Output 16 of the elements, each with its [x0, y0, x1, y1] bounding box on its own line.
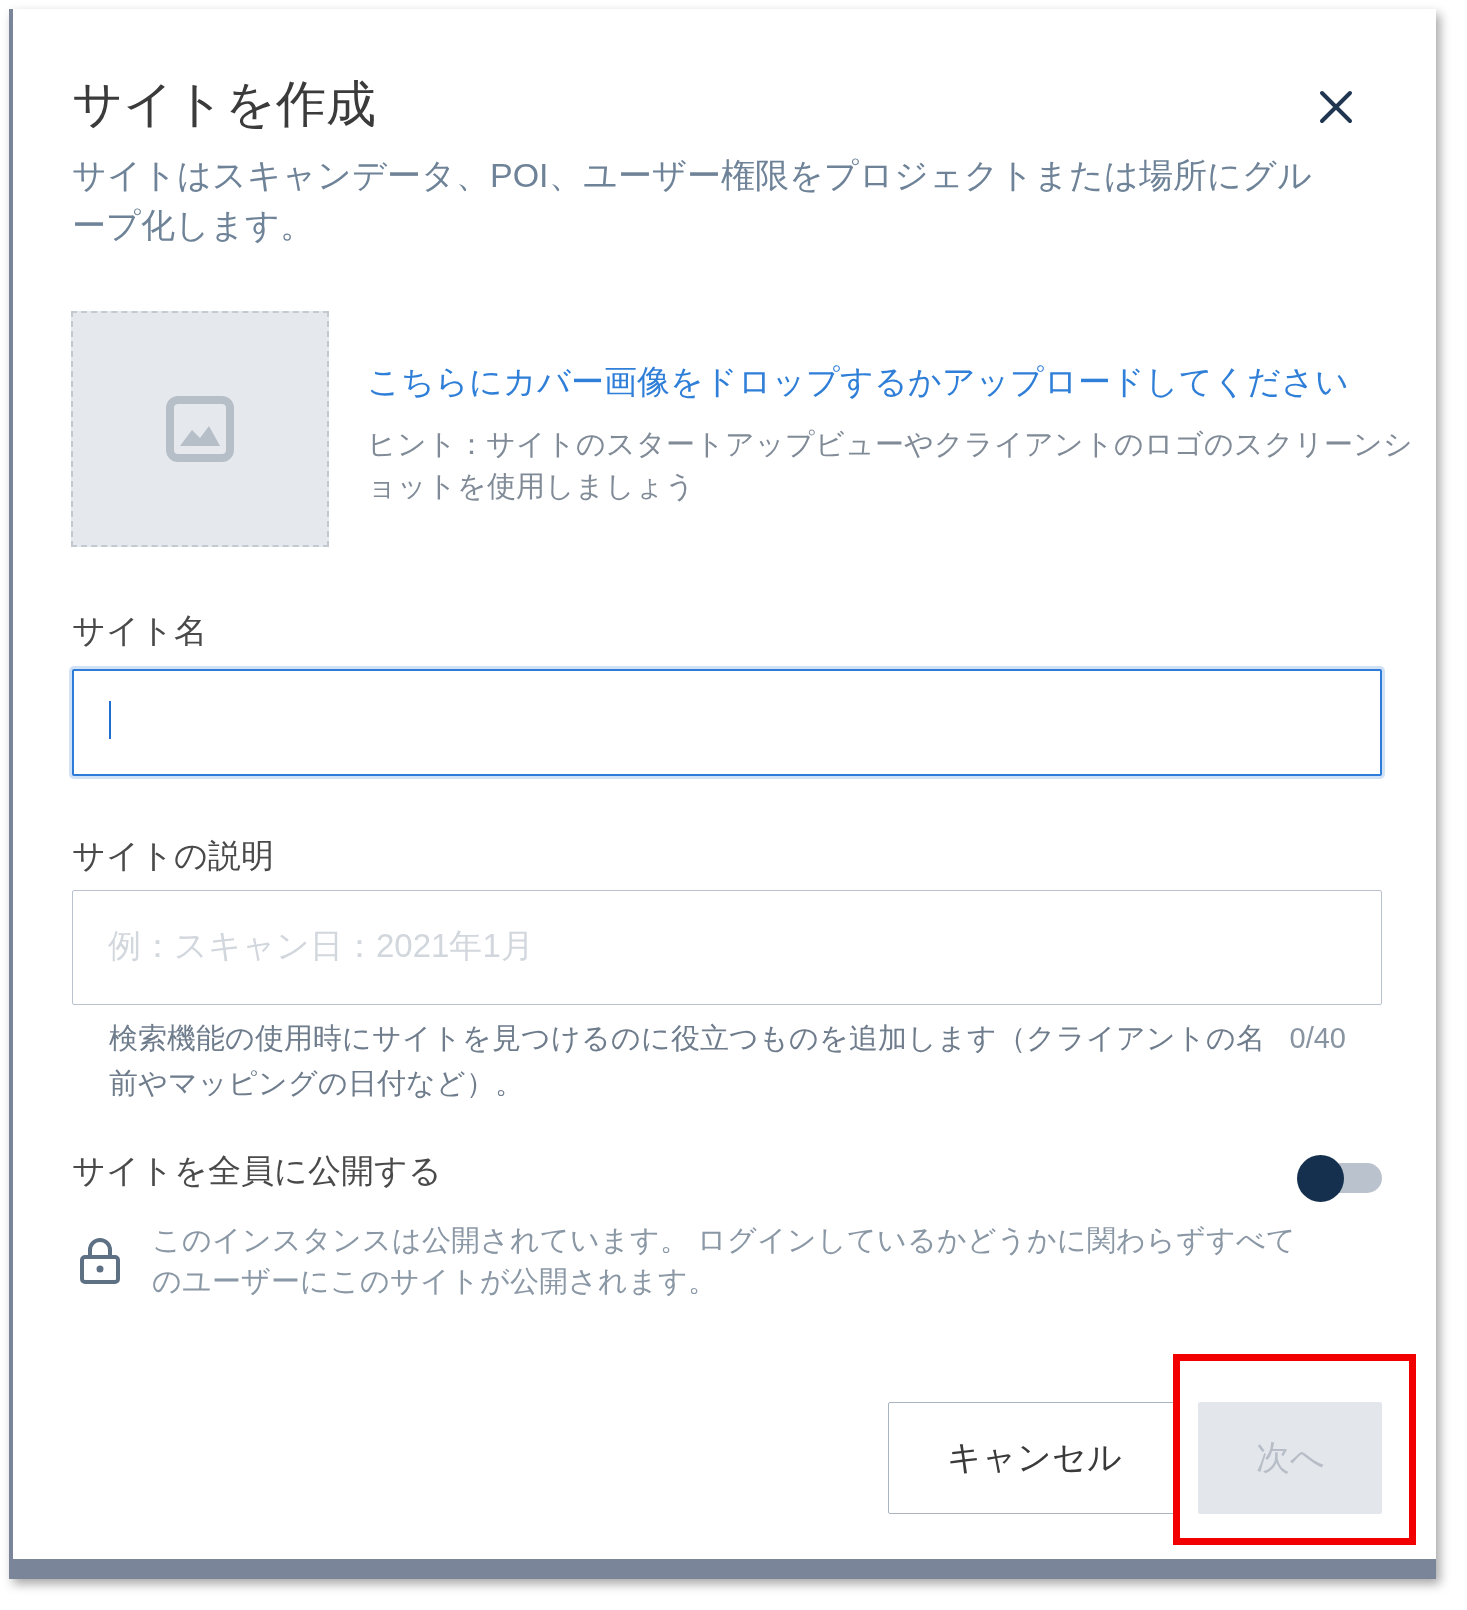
dialog-description: サイトはスキャンデータ、POI、ユーザー権限をプロジェクトまたは場所にグループ化します。 — [72, 155, 1313, 246]
cover-upload-link[interactable]: こちらにカバー画像をドロップするかアップロードしてください — [367, 360, 1349, 404]
description-help-text: 検索機能の使用時にサイトを見つけるのに役立つものを追加します（クライアントの名前やマッピングの日付など）。 — [109, 1021, 1266, 1101]
text-cursor-icon — [109, 701, 111, 739]
character-counter: 0/40 — [1289, 1021, 1346, 1056]
site-name-field[interactable] — [72, 669, 1382, 776]
close-icon — [1319, 90, 1353, 124]
lock-icon — [80, 1237, 120, 1284]
image-icon — [166, 396, 234, 462]
dialog-title: サイトを作成 — [72, 75, 376, 134]
public-toggle-label: サイトを全員に公開する — [72, 1151, 442, 1191]
public-toggle[interactable] — [1297, 1155, 1382, 1202]
public-notice-text: このインスタンスは公開されています。 ログインしているかどうかに関わらずすべてのユーザーにこのサイトが公開されます。 — [152, 1223, 1298, 1299]
site-name-label: サイト名 — [72, 611, 207, 651]
cover-hint: ヒント：サイトのスタートアップビューやクライアントのロゴのスクリーンショットを使用しましょう — [367, 427, 1414, 504]
site-description-label: サイトの説明 — [72, 836, 274, 876]
